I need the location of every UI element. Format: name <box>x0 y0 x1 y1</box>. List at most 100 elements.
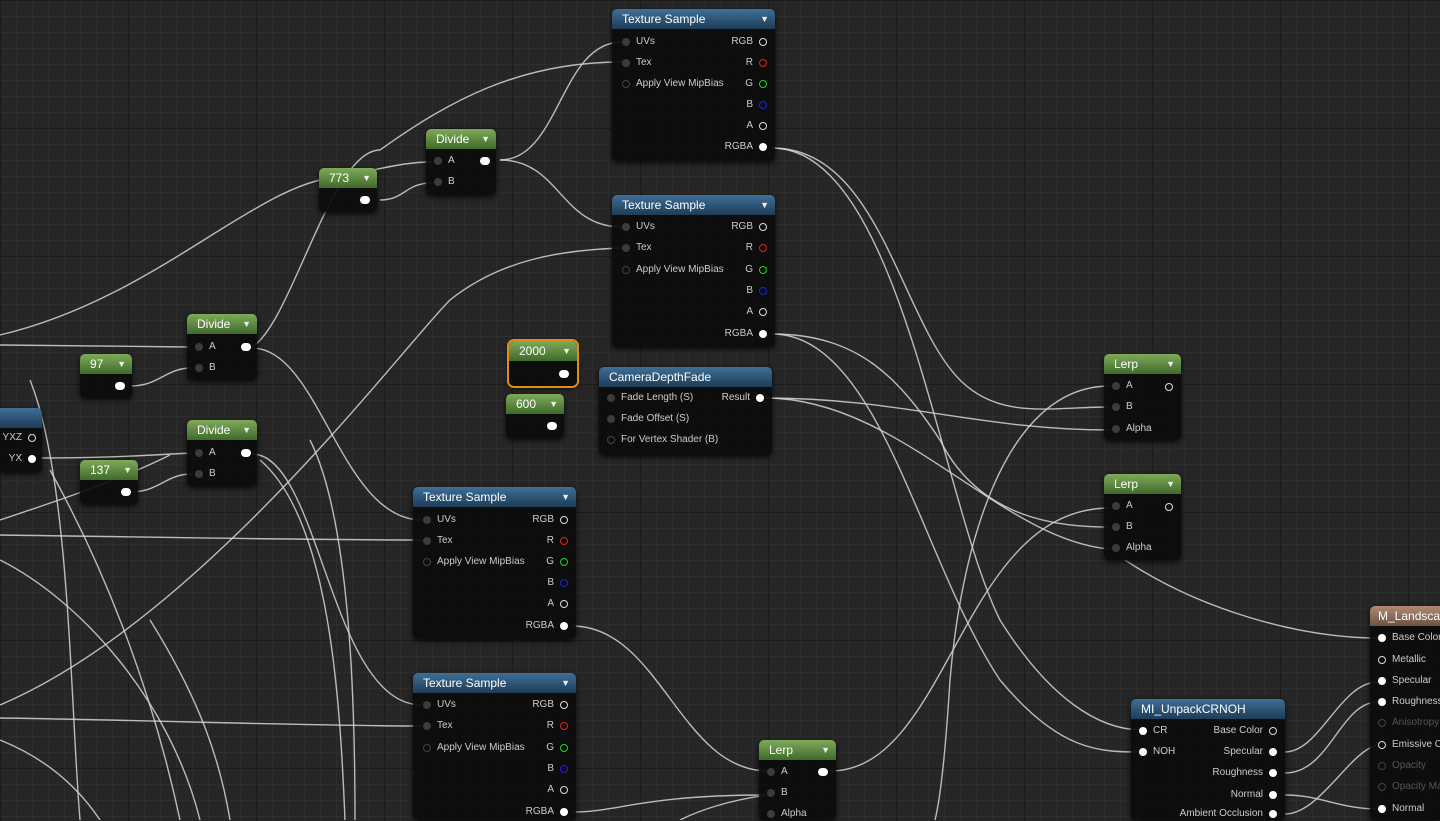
pin-uvs[interactable]: UVs <box>622 220 655 234</box>
material-function-unpack-node[interactable]: MI_UnpackCRNOH CR NOH Base Color Specula… <box>1131 699 1285 820</box>
pin-apply-view-mipbias[interactable]: Apply View MipBias <box>622 263 724 277</box>
output-pin-icon[interactable] <box>818 768 828 776</box>
pin-fade-offset[interactable]: Fade Offset (S) <box>607 412 689 426</box>
texture-sample-node-3[interactable]: Texture Sample ▼ UVs Tex Apply View MipBi… <box>413 487 576 639</box>
output-pin-icon[interactable] <box>241 343 251 351</box>
output-pin-icon[interactable] <box>115 382 125 390</box>
chevron-down-icon[interactable]: ▼ <box>242 314 251 334</box>
pin-b[interactable]: B <box>746 98 767 112</box>
pin-r[interactable]: R <box>746 56 767 70</box>
pin-alpha[interactable]: Alpha <box>767 807 807 821</box>
pin-metallic[interactable]: Metallic <box>1378 653 1426 667</box>
pin-b[interactable]: B <box>195 467 216 481</box>
pin-a[interactable]: A <box>434 154 455 168</box>
pin-uvs[interactable]: UVs <box>423 513 456 527</box>
output-pin-icon[interactable] <box>559 370 569 378</box>
node-header[interactable]: Texture Sample ▼ <box>413 487 576 507</box>
node-header[interactable] <box>0 408 42 428</box>
pin-uvs[interactable]: UVs <box>423 698 456 712</box>
pin-r[interactable]: R <box>547 719 568 733</box>
node-header[interactable]: Divide ▼ <box>187 314 257 334</box>
output-pin-icon[interactable] <box>1165 503 1173 511</box>
pin-alpha[interactable]: Alpha <box>1112 422 1152 436</box>
divide-node-3[interactable]: Divide ▼ A B <box>187 420 257 486</box>
texture-sample-node-4[interactable]: Texture Sample ▼ UVs Tex Apply View MipBi… <box>413 673 576 820</box>
node-header[interactable]: Texture Sample ▼ <box>413 673 576 693</box>
pin-g[interactable]: G <box>745 263 767 277</box>
pin-noh[interactable]: NOH <box>1139 745 1175 759</box>
output-pin-icon[interactable] <box>480 157 490 165</box>
pin-roughness[interactable]: Roughness <box>1378 695 1440 709</box>
chevron-down-icon[interactable]: ▼ <box>561 487 570 507</box>
divide-node-1[interactable]: Divide ▼ A B <box>426 129 496 195</box>
constant-node-2000[interactable]: 2000 ▼ <box>509 341 577 386</box>
material-result-node[interactable]: M_Landscape Base Color Metallic Specular… <box>1370 606 1440 820</box>
pin-rgb[interactable]: RGB <box>532 698 568 712</box>
pin-rgb[interactable]: RGB <box>731 220 767 234</box>
pin-uvs[interactable]: UVs <box>622 35 655 49</box>
pin-for-vertex-shader[interactable]: For Vertex Shader (B) <box>607 433 718 447</box>
output-pin-icon[interactable] <box>1165 383 1173 391</box>
lerp-node-2[interactable]: Lerp ▼ A B Alpha <box>1104 474 1181 560</box>
pin-b[interactable]: B <box>746 284 767 298</box>
pin-b[interactable]: B <box>1112 520 1133 534</box>
node-header[interactable]: Lerp ▼ <box>1104 354 1181 374</box>
pin-a[interactable]: A <box>1112 379 1133 393</box>
chevron-down-icon[interactable]: ▼ <box>1166 354 1175 374</box>
node-header[interactable]: MI_UnpackCRNOH <box>1131 699 1285 719</box>
pin-apply-view-mipbias[interactable]: Apply View MipBias <box>423 555 525 569</box>
pin-cr[interactable]: CR <box>1139 724 1167 738</box>
pin-rgb[interactable]: RGB <box>731 35 767 49</box>
pin-b[interactable]: B <box>1112 400 1133 414</box>
chevron-down-icon[interactable]: ▼ <box>821 740 830 760</box>
constant-node-97[interactable]: 97 ▼ <box>80 354 132 398</box>
pin-rgba[interactable]: RGBA <box>725 140 767 154</box>
pin-alpha[interactable]: Alpha <box>1112 541 1152 555</box>
pin-b[interactable]: B <box>767 786 788 800</box>
node-header[interactable]: 97 ▼ <box>80 354 132 374</box>
pin-yx[interactable]: YX <box>9 452 36 466</box>
pin-tex[interactable]: Tex <box>423 719 453 733</box>
pin-ambient-occlusion[interactable]: Ambient Occlusion <box>1180 807 1277 821</box>
pin-rgba[interactable]: RGBA <box>526 619 568 633</box>
pin-a[interactable]: A <box>195 446 216 460</box>
pin-apply-view-mipbias[interactable]: Apply View MipBias <box>423 741 525 755</box>
chevron-down-icon[interactable]: ▼ <box>549 394 558 414</box>
pin-rgba[interactable]: RGBA <box>526 805 568 819</box>
pin-b[interactable]: B <box>195 361 216 375</box>
lerp-node-1[interactable]: Lerp ▼ A B Alpha <box>1104 354 1181 440</box>
pin-rgba[interactable]: RGBA <box>725 327 767 341</box>
node-header[interactable]: Divide ▼ <box>187 420 257 440</box>
constant-node-137[interactable]: 137 ▼ <box>80 460 138 504</box>
chevron-down-icon[interactable]: ▼ <box>760 9 769 29</box>
pin-r[interactable]: R <box>547 534 568 548</box>
pin-normal[interactable]: Normal <box>1378 802 1424 816</box>
output-pin-icon[interactable] <box>241 449 251 457</box>
chevron-down-icon[interactable]: ▼ <box>1166 474 1175 494</box>
pin-specular[interactable]: Specular <box>1224 745 1277 759</box>
node-header[interactable]: M_Landscape <box>1370 606 1440 626</box>
constant-node-600[interactable]: 600 ▼ <box>506 394 564 438</box>
chevron-down-icon[interactable]: ▼ <box>117 354 126 374</box>
pin-b[interactable]: B <box>434 175 455 189</box>
node-header[interactable]: Texture Sample ▼ <box>612 9 775 29</box>
chevron-down-icon[interactable]: ▼ <box>562 341 571 361</box>
pin-g[interactable]: G <box>546 555 568 569</box>
node-header[interactable]: 2000 ▼ <box>509 341 577 361</box>
pin-base-color[interactable]: Base Color <box>1214 724 1277 738</box>
pin-normal[interactable]: Normal <box>1231 788 1277 802</box>
node-header[interactable]: 137 ▼ <box>80 460 138 480</box>
node-header[interactable]: 773 ▼ <box>319 168 377 188</box>
node-header[interactable]: Lerp ▼ <box>759 740 836 760</box>
node-header[interactable]: Texture Sample ▼ <box>612 195 775 215</box>
pin-yxz[interactable]: YXZ <box>3 431 36 445</box>
chevron-down-icon[interactable]: ▼ <box>123 460 132 480</box>
node-header[interactable]: Lerp ▼ <box>1104 474 1181 494</box>
lerp-node-3[interactable]: Lerp ▼ A B Alpha <box>759 740 836 820</box>
chevron-down-icon[interactable]: ▼ <box>561 673 570 693</box>
texture-sample-node-2[interactable]: Texture Sample ▼ UVs Tex Apply View MipBi… <box>612 195 775 347</box>
node-header[interactable]: CameraDepthFade <box>599 367 772 387</box>
divide-node-2[interactable]: Divide ▼ A B <box>187 314 257 380</box>
pin-rgb[interactable]: RGB <box>532 513 568 527</box>
pin-a[interactable]: A <box>746 305 767 319</box>
